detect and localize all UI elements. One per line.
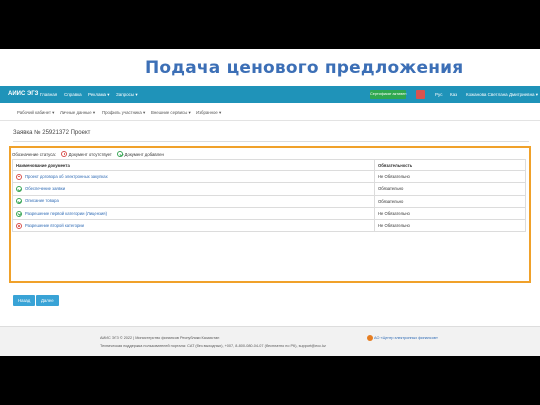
lang-kz[interactable]: Каз <box>450 86 457 103</box>
table-row: Описание товара Обязательно <box>12 194 526 208</box>
slide-title: Подача ценового предложения <box>145 58 464 78</box>
footer: АИИС ЭГЗ © 2022 | Министерство финансов … <box>0 326 540 356</box>
document-link[interactable]: Разрешение первой категории (Лицензия) <box>25 211 107 216</box>
table-row: Разрешение первой категории (Лицензия) Н… <box>12 206 526 221</box>
required-cell: Не Обязательно <box>374 219 526 233</box>
footer-support: Техническая поддержка пользователей порт… <box>100 344 326 348</box>
subnav-profile[interactable]: Профиль участника ▾ <box>102 105 145 121</box>
subnav-cabinet[interactable]: Рабочий кабинет ▾ <box>17 105 54 121</box>
header-required: Обязательность <box>374 159 526 171</box>
document-link[interactable]: Проект договора об электронных закупках <box>25 174 108 179</box>
legend-missing: Документ отсутствует <box>68 151 112 157</box>
back-button[interactable]: Назад <box>13 295 36 306</box>
added-icon <box>16 185 22 192</box>
document-link[interactable]: Описание товара <box>25 198 59 203</box>
divider <box>13 141 529 142</box>
legend-added: Документ добавлен <box>124 151 164 157</box>
brand-logo[interactable]: АИИС ЭГЗ <box>8 86 38 103</box>
header-doc-name: Наименование документа <box>12 159 375 171</box>
notification-icon[interactable] <box>416 90 425 99</box>
nav-ads[interactable]: Реклама ▾ <box>88 86 110 103</box>
slide: Подача ценового предложения АИИС ЭГЗ Гла… <box>0 49 540 356</box>
user-menu[interactable]: Кожанова Светлана Дмитриевна ▾ <box>466 86 538 103</box>
required-cell: Обязательно <box>374 182 526 196</box>
lang-ru[interactable]: Рус <box>435 86 442 103</box>
nav-requests[interactable]: Запросы ▾ <box>116 86 138 103</box>
document-link[interactable]: Обеспечение заявки <box>25 186 65 191</box>
certificate-badge[interactable]: Сертификат активен <box>370 90 406 99</box>
subnav-favorites[interactable]: Избранное ▾ <box>196 105 221 121</box>
documents-table: Наименование документа Обязательность Пр… <box>12 159 526 233</box>
document-link[interactable]: Разрешение второй категории <box>25 223 84 228</box>
table-row: Обеспечение заявки Обязательно <box>12 182 526 196</box>
table-row: Проект договора об электронных закупках … <box>12 169 526 184</box>
missing-icon <box>16 222 22 229</box>
next-button[interactable]: Далее <box>36 295 59 306</box>
added-icon <box>16 198 22 205</box>
subnav-personal[interactable]: Личные данные ▾ <box>60 105 95 121</box>
status-legend: Обозначение статуса: Документ отсутствуе… <box>12 151 164 157</box>
page-title: Заявка № 25921372 Проект <box>13 130 91 136</box>
subnav-services[interactable]: Внешние сервисы ▾ <box>151 105 191 121</box>
org-logo-icon <box>367 335 373 341</box>
sub-navbar: Рабочий кабинет ▾ Личные данные ▾ Профил… <box>0 105 540 121</box>
missing-icon <box>61 151 68 157</box>
required-cell: Не Обязательно <box>374 169 526 184</box>
legend-label: Обозначение статуса: <box>12 151 56 157</box>
top-navbar: АИИС ЭГЗ Главная Справка Реклама ▾ Запро… <box>0 86 540 103</box>
added-icon <box>16 210 22 217</box>
footer-copyright: АИИС ЭГЗ © 2022 | Министерство финансов … <box>100 336 220 340</box>
required-cell: Не Обязательно <box>374 206 526 221</box>
added-icon <box>117 151 124 157</box>
missing-icon <box>16 173 22 180</box>
table-row: Разрешение второй категории Не Обязатель… <box>12 219 526 233</box>
nav-help[interactable]: Справка <box>64 86 82 103</box>
required-cell: Обязательно <box>374 194 526 208</box>
footer-org-link[interactable]: АО «Центр электронных финансов» <box>374 336 438 340</box>
nav-home[interactable]: Главная <box>40 86 57 103</box>
